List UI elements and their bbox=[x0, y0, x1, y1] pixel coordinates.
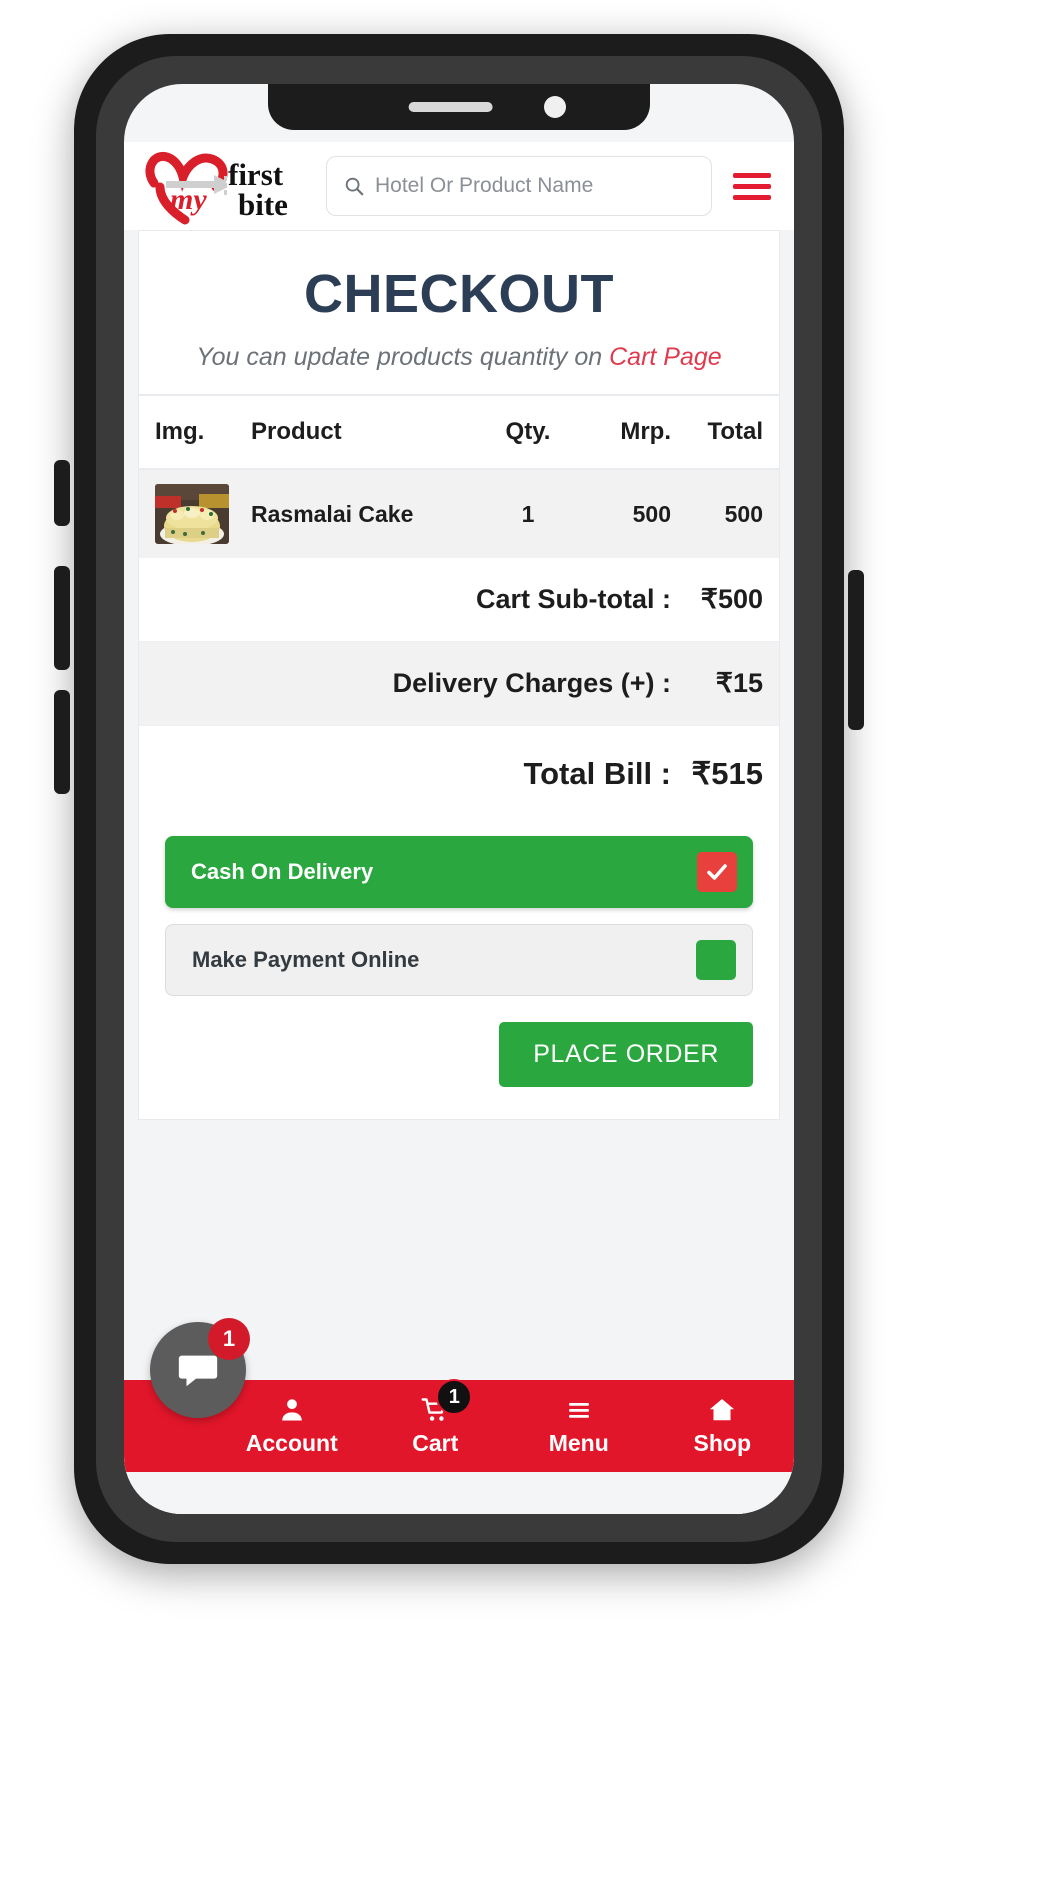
checkout-header: CHECKOUT You can update products quantit… bbox=[139, 231, 779, 394]
checkout-card: CHECKOUT You can update products quantit… bbox=[138, 230, 780, 1120]
header-product: Product bbox=[251, 394, 485, 470]
cart-table-body: Rasmalai Cake 1 500 500 bbox=[139, 469, 779, 558]
payment-options: Cash On Delivery Make Payment Online bbox=[139, 822, 779, 996]
cart-count-badge: 1 bbox=[436, 1379, 473, 1415]
menu-button[interactable] bbox=[726, 162, 778, 210]
cart-page-link[interactable]: Cart Page bbox=[609, 343, 722, 371]
phone-mute-switch[interactable] bbox=[54, 460, 70, 526]
nav-label-cart: Cart bbox=[412, 1430, 459, 1456]
cell-product: Rasmalai Cake bbox=[251, 469, 485, 558]
hamburger-bar-2 bbox=[733, 183, 771, 189]
delivery-value: ₹15 bbox=[715, 668, 763, 698]
payment-option-online[interactable]: Make Payment Online bbox=[165, 924, 753, 996]
cart-table-head: Img. Product Qty. Mrp. Total bbox=[139, 394, 779, 470]
cart-table: Img. Product Qty. Mrp. Total Rasmalai Ca… bbox=[139, 394, 779, 558]
cart-icon: 1 bbox=[420, 1379, 473, 1425]
rasmalai-cake-image bbox=[155, 484, 229, 544]
page-title: CHECKOUT bbox=[304, 264, 614, 324]
logo-heart-fork-icon: my first bite bbox=[145, 151, 288, 225]
table-row: Rasmalai Cake 1 500 500 bbox=[139, 469, 779, 558]
product-thumbnail bbox=[155, 484, 229, 544]
cell-image bbox=[139, 469, 251, 558]
payment-option-label: Make Payment Online bbox=[192, 947, 420, 972]
search-icon bbox=[345, 177, 364, 196]
home-indicator-area bbox=[124, 1472, 794, 1514]
subtotal-row: Cart Sub-total : ₹500 bbox=[139, 558, 779, 642]
checkout-subtitle: You can update products quantity on Cart… bbox=[139, 343, 779, 372]
chat-widget-button[interactable]: 1 bbox=[150, 1318, 250, 1418]
nav-item-account[interactable]: Account bbox=[220, 1380, 364, 1472]
user-icon bbox=[278, 1395, 306, 1425]
cell-qty: 1 bbox=[485, 469, 571, 558]
nav-label-menu: Menu bbox=[548, 1430, 609, 1456]
hamburger-bar-1 bbox=[733, 172, 771, 178]
total-bill-row: Total Bill : ₹515 bbox=[139, 726, 779, 822]
screenshot-stage: my first bite C bbox=[0, 0, 1063, 1890]
phone-volume-down-button[interactable] bbox=[54, 690, 70, 794]
hamburger-bar-3 bbox=[733, 194, 771, 200]
search-box[interactable] bbox=[326, 156, 712, 216]
chat-unread-badge: 1 bbox=[208, 1318, 250, 1360]
nav-item-shop[interactable]: Shop bbox=[651, 1380, 795, 1472]
header-total: Total bbox=[671, 394, 779, 470]
phone-notch bbox=[268, 84, 650, 130]
nav-label-shop: Shop bbox=[693, 1430, 752, 1456]
nav-label-account: Account bbox=[245, 1430, 338, 1456]
subtotal-label: Cart Sub-total : bbox=[476, 584, 671, 614]
svg-text:my: my bbox=[170, 183, 207, 216]
brand-logo[interactable]: my first bite bbox=[140, 147, 316, 225]
svg-text:bite: bite bbox=[238, 187, 288, 222]
header-img: Img. bbox=[139, 394, 251, 470]
total-bill-value: ₹515 bbox=[691, 756, 763, 791]
check-icon bbox=[707, 864, 727, 880]
checkbox-unchecked[interactable] bbox=[696, 940, 736, 980]
nav-item-cart[interactable]: 1 Cart bbox=[364, 1379, 508, 1472]
total-bill-label: Total Bill : bbox=[523, 756, 671, 791]
search-input[interactable] bbox=[375, 174, 695, 198]
subtitle-text: You can update products quantity on bbox=[196, 343, 610, 371]
header-qty: Qty. bbox=[485, 394, 571, 470]
earpiece-speaker bbox=[408, 102, 493, 112]
payment-option-cash-on-delivery[interactable]: Cash On Delivery bbox=[165, 836, 753, 908]
delivery-label: Delivery Charges (+) : bbox=[392, 668, 671, 698]
place-order-button[interactable]: PLACE ORDER bbox=[499, 1022, 753, 1087]
cell-mrp: 500 bbox=[571, 469, 671, 558]
delivery-row: Delivery Charges (+) : ₹15 bbox=[139, 642, 779, 726]
cell-total: 500 bbox=[671, 469, 779, 558]
nav-item-menu[interactable]: Menu bbox=[507, 1380, 651, 1472]
header-mrp: Mrp. bbox=[571, 394, 671, 470]
payment-option-label: Cash On Delivery bbox=[191, 859, 374, 884]
subtotal-value: ₹500 bbox=[700, 584, 763, 614]
hamburger-icon bbox=[564, 1395, 594, 1425]
app-header: my first bite bbox=[124, 142, 794, 230]
home-icon bbox=[707, 1395, 737, 1425]
cart-header-row: Img. Product Qty. Mrp. Total bbox=[139, 394, 779, 470]
phone-screen: my first bite C bbox=[124, 84, 794, 1514]
checkbox-checked[interactable] bbox=[697, 852, 737, 892]
front-camera bbox=[543, 96, 566, 118]
phone-power-button[interactable] bbox=[848, 570, 864, 730]
phone-volume-up-button[interactable] bbox=[54, 566, 70, 670]
place-order-row: PLACE ORDER bbox=[139, 1012, 779, 1087]
